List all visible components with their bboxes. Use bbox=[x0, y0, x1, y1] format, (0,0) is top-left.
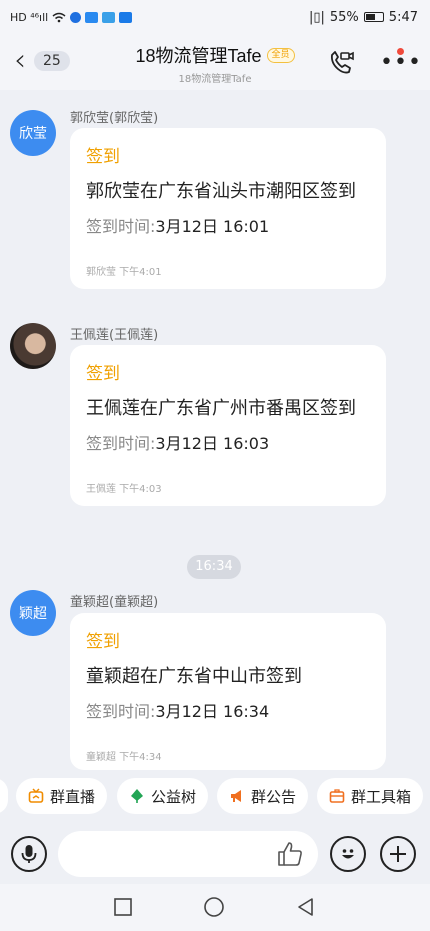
more-button[interactable]: ••• bbox=[378, 48, 421, 78]
avatar-text: 欣莹 bbox=[19, 126, 47, 142]
toolbar-item-label: 群工具箱 bbox=[351, 787, 412, 806]
battery-fill bbox=[365, 14, 375, 20]
status-right: |▯| 55% 5:47 bbox=[309, 10, 418, 25]
avatar[interactable]: 颖超 bbox=[10, 590, 56, 636]
video-call-button[interactable] bbox=[326, 48, 356, 78]
chat-header: ‹ 25 18物流管理Tafe 全员 18物流管理Tafe ••• bbox=[0, 34, 430, 90]
toolbar-item-label: 群公告 bbox=[251, 787, 297, 806]
toolbar-item-notice[interactable]: 群公告 bbox=[217, 778, 309, 814]
app-notification-icon bbox=[102, 11, 116, 23]
checkin-card[interactable]: 签到 郭欣莹在广东省汕头市潮阳区签到 签到时间:3月12日 16:01 郭欣莹 … bbox=[70, 128, 386, 289]
group-toolbar: 群直播 公益树 群公告 群工具箱 bbox=[0, 770, 430, 822]
back-button[interactable]: ‹ 25 bbox=[14, 44, 80, 78]
input-bar bbox=[0, 822, 430, 884]
recents-button[interactable] bbox=[108, 894, 138, 920]
status-time: 5:47 bbox=[388, 9, 418, 25]
card-title: 签到 bbox=[86, 364, 120, 384]
toolbar-item-live[interactable]: 群直播 bbox=[16, 778, 108, 814]
unread-count-badge: 25 bbox=[34, 51, 70, 71]
home-button[interactable] bbox=[199, 894, 229, 920]
card-body: 童颖超在广东省中山市签到 bbox=[86, 666, 302, 687]
toolbox-icon bbox=[329, 789, 345, 803]
card-time: 签到时间:3月12日 16:34 bbox=[86, 698, 370, 722]
avatar-text: 颖超 bbox=[19, 606, 47, 622]
network-indicator: HD ⁴⁶ıll bbox=[10, 10, 49, 24]
toolbar-chip-partial[interactable] bbox=[0, 778, 8, 814]
app-notification-icon bbox=[119, 11, 133, 23]
back-nav-button[interactable] bbox=[291, 894, 321, 920]
sender-name: 王佩莲(王佩莲) bbox=[70, 328, 159, 343]
toolbar-item-toolbox[interactable]: 群工具箱 bbox=[317, 778, 424, 814]
card-title: 签到 bbox=[86, 147, 120, 167]
time-label: 签到时间: bbox=[86, 434, 156, 453]
emoji-icon bbox=[342, 849, 354, 859]
megaphone-icon bbox=[231, 790, 241, 802]
app-notification-icon bbox=[85, 11, 99, 23]
battery-percent: 55% bbox=[329, 9, 359, 25]
time-value: 3月12日 16:34 bbox=[155, 702, 270, 721]
title-area[interactable]: 18物流管理Tafe 全员 18物流管理Tafe bbox=[100, 42, 330, 85]
recents-square-icon bbox=[114, 898, 132, 916]
card-body: 王佩莲在广东省广州市番禺区签到 bbox=[86, 398, 356, 419]
battery-icon bbox=[363, 12, 384, 22]
card-time: 签到时间:3月12日 16:03 bbox=[86, 430, 370, 454]
time-value: 3月12日 16:03 bbox=[155, 434, 270, 453]
thumbs-up-icon bbox=[278, 842, 302, 866]
app-notification-icon bbox=[70, 11, 82, 23]
time-label: 签到时间: bbox=[86, 702, 156, 721]
sender-name: 郭欣莹(郭欣莹) bbox=[70, 111, 159, 126]
time-value: 3月12日 16:01 bbox=[155, 217, 270, 236]
vibrate-icon: |▯| bbox=[308, 9, 325, 25]
time-divider: 16:34 bbox=[187, 555, 241, 579]
avatar[interactable]: 欣莹 bbox=[10, 110, 56, 156]
avatar[interactable] bbox=[10, 323, 56, 369]
status-bar: HD ⁴⁶ıll |▯| 55% 5:47 bbox=[0, 0, 430, 34]
plus-icon bbox=[390, 846, 406, 862]
back-chevron-icon: ‹ bbox=[14, 43, 26, 78]
group-title: 18物流管理Tafe bbox=[135, 46, 262, 66]
toolbar-item-tree[interactable]: 公益树 bbox=[117, 778, 209, 814]
status-left: HD ⁴⁶ıll bbox=[10, 10, 133, 24]
home-circle-icon bbox=[204, 897, 224, 917]
more-icon: ••• bbox=[380, 50, 422, 75]
group-subtitle: 18物流管理Tafe bbox=[178, 74, 252, 85]
toolbar-item-label: 群直播 bbox=[50, 787, 96, 806]
member-tag: 全员 bbox=[266, 47, 295, 63]
card-footer: 王佩莲 下午4:03 bbox=[86, 484, 162, 495]
back-triangle-icon bbox=[298, 898, 313, 916]
toolbar-item-label: 公益树 bbox=[151, 787, 197, 806]
card-footer: 童颖超 下午4:34 bbox=[86, 752, 162, 763]
voice-icon bbox=[21, 845, 37, 863]
time-label: 签到时间: bbox=[86, 217, 156, 236]
live-tv-icon bbox=[28, 788, 44, 803]
system-nav-bar bbox=[0, 884, 430, 931]
sender-name: 童颖超(童颖超) bbox=[70, 595, 159, 610]
plus-button[interactable] bbox=[380, 836, 416, 872]
thumbs-up-button[interactable] bbox=[276, 840, 306, 870]
checkin-card[interactable]: 签到 王佩莲在广东省广州市番禺区签到 签到时间:3月12日 16:03 王佩莲 … bbox=[70, 345, 386, 506]
video-call-icon bbox=[330, 51, 354, 74]
card-title: 签到 bbox=[86, 632, 120, 652]
voice-button[interactable] bbox=[11, 836, 47, 872]
wifi-icon bbox=[52, 12, 66, 22]
emoji-button[interactable] bbox=[330, 836, 366, 872]
card-body: 郭欣莹在广东省汕头市潮阳区签到 bbox=[86, 181, 356, 202]
card-time: 签到时间:3月12日 16:01 bbox=[86, 213, 370, 237]
tree-icon bbox=[131, 789, 143, 803]
checkin-card[interactable]: 签到 童颖超在广东省中山市签到 签到时间:3月12日 16:34 童颖超 下午4… bbox=[70, 613, 386, 770]
card-footer: 郭欣莹 下午4:01 bbox=[86, 267, 162, 278]
